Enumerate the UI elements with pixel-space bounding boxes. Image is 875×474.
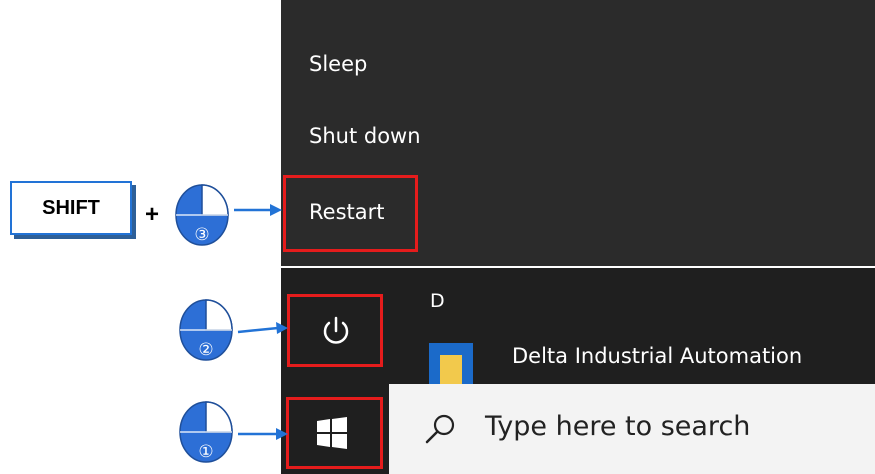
folder-icon	[429, 343, 473, 384]
app-item-label[interactable]: Delta Industrial Automation	[512, 344, 802, 368]
arrow-to-power	[237, 322, 288, 334]
plus-sign: +	[145, 201, 160, 228]
svg-text:③: ③	[194, 225, 209, 245]
mouse-click-icon-2: ②	[176, 298, 236, 362]
menu-item-shut-down[interactable]: Shut down	[309, 124, 421, 148]
shift-key: SHIFT	[10, 181, 132, 235]
arrow-to-start	[238, 428, 288, 440]
power-button-highlight	[287, 294, 383, 367]
taskbar-search[interactable]: Type here to search	[389, 384, 875, 474]
menu-item-sleep[interactable]: Sleep	[309, 52, 367, 76]
search-placeholder: Type here to search	[485, 411, 751, 442]
divider	[268, 0, 281, 474]
search-icon	[423, 412, 457, 446]
mouse-click-icon-1: ①	[176, 400, 236, 464]
arrow-to-restart	[234, 204, 282, 216]
mouse-click-icon-3: ③	[172, 183, 232, 247]
svg-text:②: ②	[198, 340, 213, 360]
app-section-letter[interactable]: D	[430, 290, 445, 312]
restart-highlight	[283, 175, 418, 252]
start-button-highlight	[286, 397, 383, 469]
svg-text:①: ①	[198, 442, 213, 462]
